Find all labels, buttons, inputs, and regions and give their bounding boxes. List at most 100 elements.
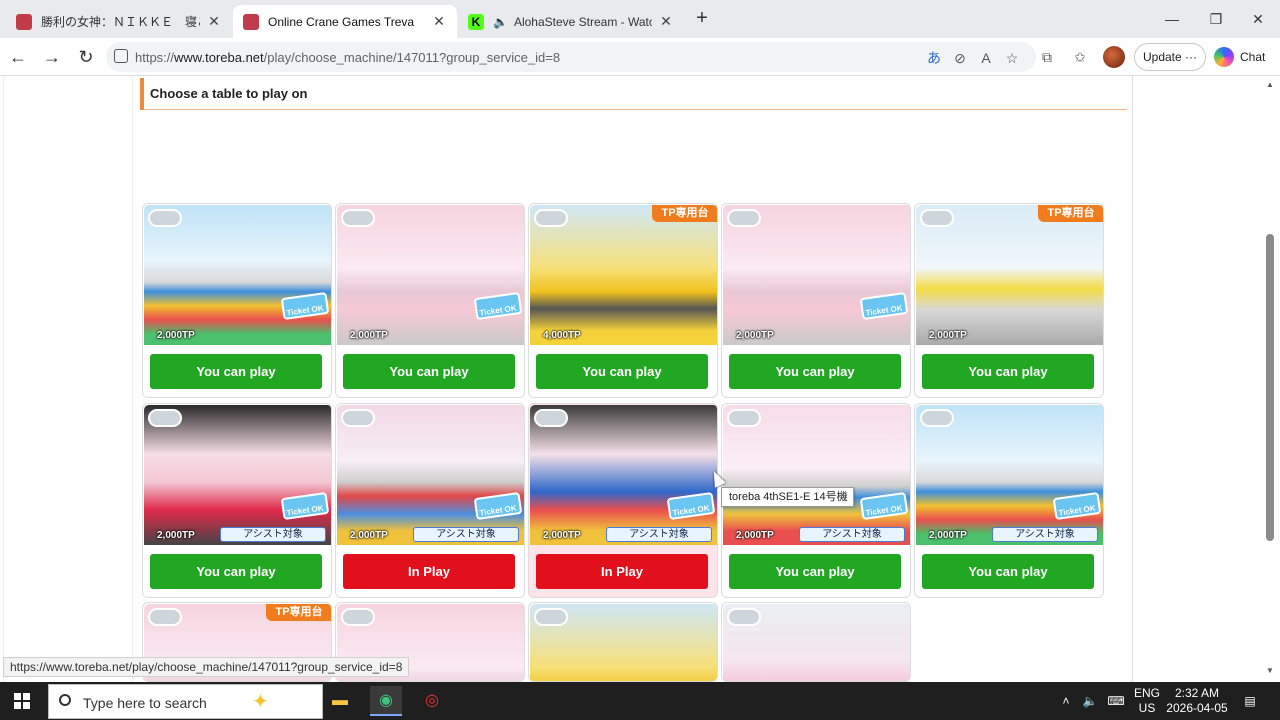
tab-title: 勝利の女神：ＮＩＫＫＥ 寝ころび [41,15,200,29]
reload-icon[interactable]: ↻ [72,43,100,71]
machine-card[interactable] [721,602,911,682]
machine-card[interactable]: Ticket OK 2,000TP You can play [142,203,332,398]
copilot-icon [1214,47,1234,67]
minimize-icon[interactable]: — [1150,0,1194,38]
ticket-ok-badge: Ticket OK [859,491,909,521]
tray-overflow-icon[interactable]: ˄ [1058,682,1074,720]
assist-badge: アシスト対象 [606,527,712,542]
machine-card[interactable]: Ticket OK 2,000TP You can play [721,203,911,398]
tab-nikke[interactable]: 勝利の女神：ＮＩＫＫＥ 寝ころび ✕ [6,5,232,38]
tp-only-badge: TP専用台 [652,205,717,222]
edge-browser-icon[interactable]: ◉ [370,686,402,716]
scrollbar[interactable]: ▲ ▼ [1261,76,1280,682]
crane-game-logo-icon [534,409,568,427]
machine-camera-thumbnail[interactable] [723,604,910,681]
play-button[interactable]: You can play [729,354,901,389]
machine-camera-thumbnail[interactable]: Ticket OK アシスト対象 2,000TP [916,405,1103,545]
scrollbar-thumb[interactable] [1266,234,1274,541]
machine-card[interactable]: Ticket OK アシスト対象 2,000TP In Play [528,403,718,598]
crane-game-logo-icon [341,209,375,227]
back-icon[interactable]: ← [4,43,32,71]
machine-camera-thumbnail[interactable] [530,604,717,681]
in-play-button[interactable]: In Play [536,554,708,589]
url-text[interactable]: https://www.toreba.net/play/choose_machi… [135,50,560,65]
ticket-ok-badge: Ticket OK [859,291,909,321]
taskbar-search[interactable]: Type here to search ✦ [48,684,323,719]
crane-game-logo-icon [534,209,568,227]
machine-camera-thumbnail[interactable]: TP専用台 2,000TP [916,205,1103,345]
address-bar[interactable]: https://www.toreba.net/play/choose_machi… [106,42,1036,72]
machine-price: 2,000TP [929,530,967,541]
windows-start-icon[interactable] [14,693,30,709]
forward-icon[interactable]: → [38,43,66,71]
system-clock[interactable]: 2:32 AM 2026-04-05 [1165,686,1229,716]
machine-camera-thumbnail[interactable]: TP専用台 4,000TP [530,205,717,345]
machine-camera-thumbnail[interactable]: Ticket OK アシスト対象 2,000TP [723,405,910,545]
close-tab-icon[interactable]: ✕ [206,13,222,30]
file-explorer-icon[interactable]: ▬ [324,686,356,716]
machine-price: 2,000TP [736,330,774,341]
play-button[interactable]: You can play [729,554,901,589]
search-placeholder: Type here to search [83,695,207,711]
ticket-ok-badge: Ticket OK [473,291,523,321]
keyboard-icon[interactable]: ⌨ [1104,682,1128,720]
volume-icon[interactable]: 🔈 [1080,682,1100,720]
machine-card[interactable]: Ticket OK 2,000TP You can play [335,203,525,398]
machine-card[interactable]: Ticket OK アシスト対象 2,000TP You can play [142,403,332,598]
favorites-icon[interactable]: ✩ [1070,47,1090,67]
close-tab-icon[interactable]: ✕ [658,13,674,30]
tab-toreba[interactable]: Online Crane Games Treva ✕ [233,5,457,38]
profile-avatar[interactable] [1103,46,1125,68]
crane-game-logo-icon [727,209,761,227]
ticket-ok-badge: Ticket OK [280,491,330,521]
in-play-button[interactable]: In Play [343,554,515,589]
tp-only-badge: TP専用台 [1038,205,1103,222]
read-aloud-icon[interactable]: A [976,48,996,68]
section-title: Choose a table to play on [150,86,308,101]
play-button[interactable]: You can play [536,354,708,389]
restore-icon[interactable]: ❐ [1194,0,1238,38]
scroll-up-icon[interactable]: ▲ [1265,80,1275,90]
crane-game-logo-icon [920,209,954,227]
close-window-icon[interactable]: ✕ [1236,0,1280,38]
ticket-ok-badge: Ticket OK [1052,491,1102,521]
play-button[interactable]: You can play [343,354,515,389]
tab-title: AlohaSteve Stream - Watch Li [513,14,652,29]
scroll-down-icon[interactable]: ▼ [1265,666,1275,676]
speaker-icon[interactable]: 🔈 [493,15,508,29]
machine-camera-thumbnail[interactable]: Ticket OK アシスト対象 2,000TP [530,405,717,545]
tab-kick-stream[interactable]: K 🔈 AlohaSteve Stream - Watch Li ✕ [458,5,684,38]
favorite-star-icon[interactable]: ☆ [1002,48,1022,68]
copilot-chat-button[interactable]: Chat [1214,43,1265,71]
lock-icon[interactable] [114,49,128,63]
play-button[interactable]: You can play [922,554,1094,589]
machine-camera-thumbnail[interactable]: Ticket OK アシスト対象 2,000TP [144,405,331,545]
machine-price: 2,000TP [157,330,195,341]
play-button[interactable]: You can play [150,354,322,389]
update-button[interactable]: Update ··· [1134,43,1206,71]
extensions-icon[interactable]: ⧉ [1037,47,1057,67]
machine-card[interactable]: Ticket OK アシスト対象 2,000TP In Play [335,403,525,598]
section-heading: Choose a table to play on [140,78,1127,110]
notifications-icon[interactable]: ▤ [1238,682,1262,720]
machine-tooltip: toreba 4thSE1-E 14号機 [721,487,854,507]
translate-icon[interactable]: あ [924,48,944,68]
machine-card[interactable] [528,602,718,682]
play-button[interactable]: You can play [922,354,1094,389]
machine-card[interactable]: TP専用台 4,000TP You can play [528,203,718,398]
language-indicator[interactable]: ENG US [1133,686,1161,716]
machine-camera-thumbnail[interactable]: Ticket OK アシスト対象 2,000TP [337,405,524,545]
machine-camera-thumbnail[interactable]: Ticket OK 2,000TP [337,205,524,345]
machine-camera-thumbnail[interactable]: Ticket OK 2,000TP [144,205,331,345]
recording-app-icon[interactable]: ◎ [416,686,448,716]
new-tab-icon[interactable]: + [690,7,714,31]
close-tab-icon[interactable]: ✕ [431,13,447,30]
play-button[interactable]: You can play [150,554,322,589]
machine-card[interactable]: Ticket OK アシスト対象 2,000TP You can play [914,403,1104,598]
sparkle-icon: ✦ [252,691,269,713]
machine-card[interactable]: TP専用台 2,000TP You can play [914,203,1104,398]
crane-game-logo-icon [727,608,761,626]
ticket-ok-badge: Ticket OK [280,291,330,321]
machine-camera-thumbnail[interactable]: Ticket OK 2,000TP [723,205,910,345]
tracking-prevention-icon[interactable]: ⊘ [950,48,970,68]
